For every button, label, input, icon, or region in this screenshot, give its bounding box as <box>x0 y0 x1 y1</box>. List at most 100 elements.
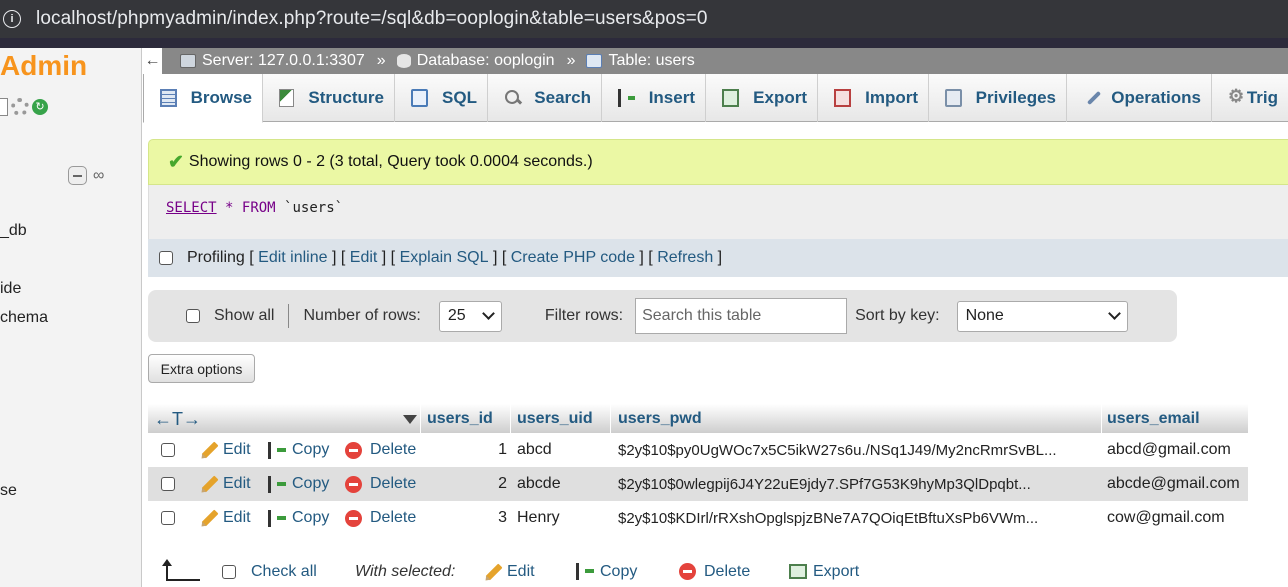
phpmyadmin-logo[interactable]: Admin <box>0 50 87 82</box>
cell-users-id[interactable]: 2 <box>427 467 507 501</box>
copy-label: Copy <box>600 562 638 580</box>
column-resize-arrows-icon[interactable]: ←T→ <box>154 404 201 434</box>
row-edit-button[interactable]: Edit <box>201 467 251 501</box>
sort-dropdown-icon[interactable] <box>403 404 417 434</box>
row-checkbox[interactable] <box>161 433 175 467</box>
sort-by-key-value: None <box>965 307 1004 324</box>
tab-privileges[interactable]: Privileges <box>929 74 1067 122</box>
nav-db-item[interactable]: chema <box>0 309 48 327</box>
column-header-users-uid[interactable]: users_uid <box>517 404 593 434</box>
tab-browse[interactable]: Browse <box>143 74 263 123</box>
check-all-checkbox[interactable] <box>222 556 236 587</box>
sort-by-key-select[interactable]: None <box>956 300 1128 332</box>
tab-sql[interactable]: SQL <box>395 74 488 122</box>
edit-link[interactable]: Edit <box>350 249 378 267</box>
delete-label: Delete <box>704 562 751 580</box>
tab-triggers[interactable]: Trig <box>1212 74 1288 122</box>
url-text[interactable]: localhost/phpmyadmin/index.php?route=/sq… <box>36 8 708 30</box>
row-edit-button[interactable]: Edit <box>201 501 251 535</box>
site-info-icon[interactable]: i <box>3 10 21 28</box>
tab-import[interactable]: Import <box>818 74 929 122</box>
cell-users-pwd[interactable]: $2y$10$0wlegpij6J4Y22uE9jdy7.SPf7G53K9hy… <box>618 467 1031 501</box>
results-table-header: ←T→ users_id users_uid users_pwd users_e… <box>148 404 1248 434</box>
column-header-users-pwd[interactable]: users_pwd <box>618 404 702 434</box>
extra-options-button[interactable]: Extra options <box>148 354 255 383</box>
number-of-rows-value: 25 <box>447 307 466 324</box>
gear-icon[interactable] <box>11 98 29 116</box>
cell-users-email[interactable]: abcd@gmail.com <box>1107 433 1231 467</box>
cell-users-pwd[interactable]: $2y$10$KDIrl/rRXshOpglspjzBNe7A7QOiqEtBf… <box>618 501 1038 535</box>
pencil-icon <box>201 475 219 493</box>
delete-label: Delete <box>370 509 417 526</box>
row-checkbox[interactable] <box>161 467 175 501</box>
tab-insert[interactable]: Insert <box>602 74 706 122</box>
pencil-icon <box>201 441 219 459</box>
column-header-users-id[interactable]: users_id <box>427 404 493 434</box>
show-all-checkbox[interactable] <box>186 309 200 323</box>
copy-icon <box>268 475 286 493</box>
row-copy-button[interactable]: Copy <box>268 467 329 501</box>
nav-db-item[interactable]: se <box>0 482 17 500</box>
copy-icon <box>576 563 594 580</box>
tab-label: Search <box>534 88 591 107</box>
structure-icon <box>279 89 295 107</box>
nav-db-item[interactable]: ide <box>0 280 21 298</box>
edit-inline-link[interactable]: Edit inline <box>258 249 327 267</box>
explain-sql-link[interactable]: Explain SQL <box>400 249 489 267</box>
profiling-checkbox[interactable] <box>159 251 173 265</box>
bulk-export-button[interactable]: Export <box>789 556 859 587</box>
tab-search[interactable]: Search <box>488 74 602 122</box>
column-divider <box>1101 404 1102 434</box>
cell-users-email[interactable]: abcde@gmail.com <box>1107 467 1240 501</box>
table-row: Edit Copy Delete 3 Henry $2y$10$KDIrl/rR… <box>148 501 1248 535</box>
docs-icon[interactable] <box>0 98 8 116</box>
link-icon[interactable]: ∞ <box>93 167 104 185</box>
tab-label: Export <box>753 88 807 107</box>
row-edit-button[interactable]: Edit <box>201 433 251 467</box>
bulk-delete-button[interactable]: Delete <box>679 556 750 587</box>
export-icon <box>789 564 807 579</box>
cell-users-pwd[interactable]: $2y$10$py0UgWOc7x5C5ikW27s6u./NSq1J49/My… <box>618 433 1057 467</box>
breadcrumb-server[interactable]: Server: 127.0.0.1:3307 <box>180 52 365 70</box>
reload-icon[interactable]: ↻ <box>32 99 48 115</box>
sql-keyword-select[interactable]: SELECT <box>166 200 217 216</box>
cell-users-uid[interactable]: abcd <box>517 433 552 467</box>
breadcrumb-table[interactable]: Table: users <box>586 52 695 70</box>
cell-users-id[interactable]: 1 <box>427 433 507 467</box>
breadcrumb-database[interactable]: Database: ooplogin <box>396 52 555 70</box>
column-header-users-email[interactable]: users_email <box>1107 404 1200 434</box>
bulk-edit-button[interactable]: Edit <box>485 556 535 587</box>
check-all-label[interactable]: Check all <box>251 556 317 587</box>
cell-users-uid[interactable]: abcde <box>517 467 561 501</box>
number-of-rows-select[interactable]: 25 <box>438 300 502 332</box>
breadcrumb-table-label: Table: users <box>608 52 695 69</box>
copy-icon <box>268 441 286 459</box>
row-delete-button[interactable]: Delete <box>345 501 416 535</box>
tab-structure[interactable]: Structure <box>263 74 395 122</box>
bracket: ] [ <box>377 249 400 266</box>
row-checkbox[interactable] <box>161 501 175 535</box>
cell-users-uid[interactable]: Henry <box>517 501 560 535</box>
refresh-link[interactable]: Refresh <box>657 249 713 267</box>
nav-db-item[interactable]: _db <box>0 222 27 240</box>
cell-users-id[interactable]: 3 <box>427 501 507 535</box>
filter-rows-input[interactable]: Search this table <box>635 298 848 334</box>
row-copy-button[interactable]: Copy <box>268 501 329 535</box>
row-copy-button[interactable]: Copy <box>268 433 329 467</box>
chevron-down-icon <box>1107 307 1121 320</box>
row-delete-button[interactable]: Delete <box>345 467 416 501</box>
copy-label: Copy <box>292 475 330 492</box>
collapse-all-icon[interactable] <box>68 166 87 185</box>
tab-operations[interactable]: Operations <box>1067 74 1212 122</box>
row-delete-button[interactable]: Delete <box>345 433 416 467</box>
back-arrow-icon[interactable]: ← <box>143 48 163 74</box>
sql-query-box: SELECT * FROM `users` <box>148 185 1288 239</box>
tab-export[interactable]: Export <box>706 74 818 122</box>
copy-label: Copy <box>292 441 330 458</box>
cell-users-email[interactable]: cow@gmail.com <box>1107 501 1225 535</box>
create-php-code-link[interactable]: Create PHP code <box>511 249 635 267</box>
delete-icon <box>345 475 362 493</box>
bulk-copy-button[interactable]: Copy <box>576 556 637 587</box>
browser-address-bar[interactable]: i localhost/phpmyadmin/index.php?route=/… <box>0 0 1288 38</box>
success-message: ✔ Showing rows 0 - 2 (3 total, Query too… <box>148 139 1288 185</box>
